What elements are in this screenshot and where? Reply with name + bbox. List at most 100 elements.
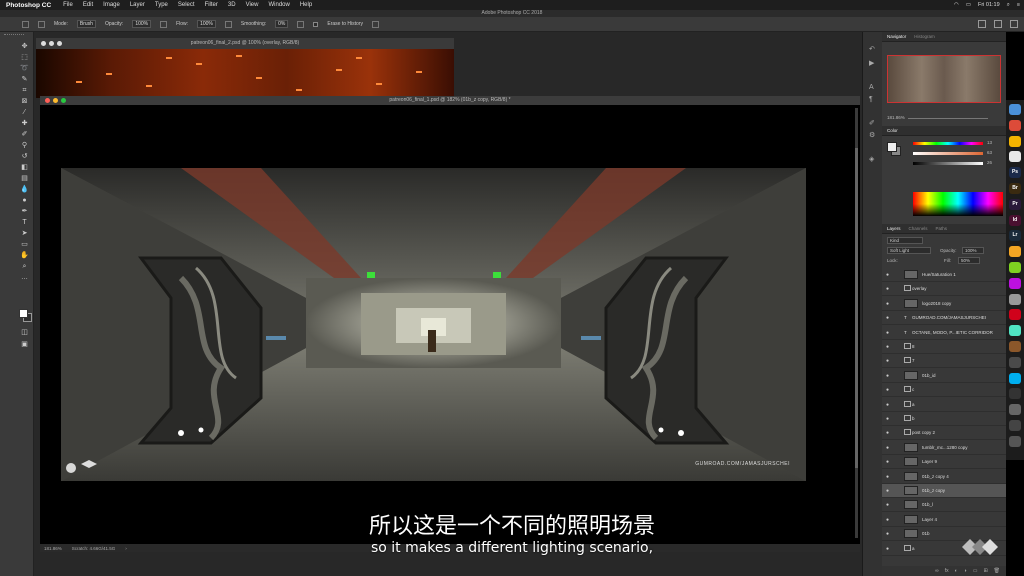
search-icon[interactable] bbox=[978, 20, 986, 28]
visibility-eye-icon[interactable]: ● bbox=[886, 373, 889, 379]
dock-app-icon[interactable] bbox=[1009, 420, 1021, 431]
layer-row[interactable]: ● 8 bbox=[882, 340, 1006, 354]
layer-filter-select[interactable]: Kind bbox=[887, 237, 923, 244]
dock-app-icon[interactable] bbox=[1009, 404, 1021, 416]
tab-navigator[interactable]: Navigator bbox=[887, 34, 906, 39]
mask-icon[interactable]: ◐ bbox=[955, 568, 958, 574]
airbrush-icon[interactable] bbox=[224, 20, 232, 28]
menu-window[interactable]: Window bbox=[268, 2, 289, 8]
smoothing-field[interactable]: 0% bbox=[275, 20, 289, 28]
menu-view[interactable]: View bbox=[246, 2, 259, 8]
zoom-button[interactable] bbox=[57, 41, 62, 46]
layer-row[interactable]: ● c bbox=[882, 383, 1006, 398]
menu-edit[interactable]: Edit bbox=[83, 2, 93, 8]
dock-app-icon[interactable] bbox=[1009, 135, 1021, 147]
navigator-thumbnail[interactable] bbox=[887, 55, 1001, 103]
color-spectrum[interactable] bbox=[913, 192, 1003, 216]
tab-color[interactable]: Color bbox=[887, 128, 898, 133]
path-select-tool-icon[interactable]: ➤ bbox=[20, 229, 29, 238]
dock-app-icon[interactable] bbox=[1009, 246, 1021, 258]
layer-row[interactable]: ● tumblr_mc...1280 copy bbox=[882, 441, 1006, 455]
screen-mode-icon[interactable]: ▣ bbox=[20, 340, 29, 349]
canvas-artwork[interactable]: GUMROAD.COM/JAMASJURSCHEI bbox=[61, 168, 806, 481]
layer-thumbnail[interactable] bbox=[904, 457, 918, 467]
color-value-b[interactable]: 26 bbox=[987, 160, 992, 165]
layer-row[interactable]: ● 7 bbox=[882, 354, 1006, 369]
pen-tool-icon[interactable]: ✒ bbox=[20, 207, 29, 216]
visibility-eye-icon[interactable]: ● bbox=[886, 315, 889, 321]
layer-name[interactable]: tumblr_mc...1280 copy bbox=[922, 445, 968, 450]
menu-filter[interactable]: Filter bbox=[205, 2, 218, 8]
pressure-size-icon[interactable] bbox=[371, 20, 379, 28]
layer-name[interactable]: Layer 9 bbox=[922, 459, 937, 464]
visibility-eye-icon[interactable]: ● bbox=[886, 502, 889, 508]
layer-row[interactable]: ● a bbox=[882, 398, 1006, 412]
dock-app-icon[interactable] bbox=[1009, 356, 1021, 368]
layer-thumbnail[interactable] bbox=[904, 514, 918, 524]
link-layers-icon[interactable]: ∞ bbox=[935, 568, 939, 574]
dock-app-icon[interactable]: Ps bbox=[1009, 167, 1021, 179]
move-tool-icon[interactable]: ✥ bbox=[20, 42, 29, 51]
menu-select[interactable]: Select bbox=[178, 2, 195, 8]
layer-row[interactable]: ● overlay bbox=[882, 282, 1006, 297]
hand-tool-icon[interactable]: ✋ bbox=[20, 251, 29, 260]
menu-help[interactable]: Help bbox=[300, 2, 312, 8]
erase-history-checkbox[interactable] bbox=[313, 21, 319, 27]
quick-select-tool-icon[interactable]: ✎ bbox=[20, 75, 29, 84]
layer-row[interactable]: ● T GUMROAD.COM/JAMASJURSCHEI bbox=[882, 311, 1006, 326]
visibility-eye-icon[interactable]: ● bbox=[886, 272, 889, 278]
vertical-scrollbar[interactable] bbox=[855, 108, 858, 538]
navigator-zoom[interactable]: 181.86% bbox=[887, 115, 905, 120]
tab-channels[interactable]: Channels bbox=[909, 226, 928, 231]
folder-icon[interactable] bbox=[904, 429, 911, 436]
layer-row[interactable]: ● logo2018 copy bbox=[882, 297, 1006, 311]
brush-tool-icon[interactable]: ✐ bbox=[20, 130, 29, 139]
history-brush-tool-icon[interactable]: ↺ bbox=[20, 152, 29, 161]
dock-app-icon[interactable]: Pr bbox=[1009, 198, 1021, 210]
crop-tool-icon[interactable]: ⌗ bbox=[20, 86, 29, 95]
dock-app-icon[interactable] bbox=[1009, 325, 1021, 337]
healing-tool-icon[interactable]: ✚ bbox=[20, 119, 29, 128]
visibility-eye-icon[interactable]: ● bbox=[886, 387, 889, 393]
share-icon[interactable] bbox=[1010, 20, 1018, 28]
layer-row[interactable]: ● 01b_id bbox=[882, 369, 1006, 383]
layer-name[interactable]: logo2018 copy bbox=[922, 301, 951, 306]
smoothing-settings-icon[interactable] bbox=[297, 20, 305, 28]
layer-thumbnail[interactable] bbox=[904, 500, 918, 510]
layer-row[interactable]: ● Layer 9 bbox=[882, 455, 1006, 470]
menu-3d[interactable]: 3D bbox=[228, 2, 236, 8]
visibility-eye-icon[interactable]: ● bbox=[886, 546, 889, 552]
dock-app-icon[interactable] bbox=[1009, 104, 1021, 115]
layer-thumbnail[interactable] bbox=[904, 370, 918, 380]
visibility-eye-icon[interactable]: ● bbox=[886, 286, 889, 292]
fx-icon[interactable]: fx bbox=[945, 568, 949, 574]
tab-paths[interactable]: Paths bbox=[936, 226, 948, 231]
character-panel-icon[interactable]: A bbox=[869, 84, 878, 92]
folder-icon[interactable] bbox=[904, 357, 911, 364]
blend-mode-select[interactable]: Soft Light bbox=[887, 247, 931, 254]
menu-list-icon[interactable]: ≡ bbox=[1017, 2, 1020, 8]
layer-row[interactable]: ● Hue/Saturation 1 bbox=[882, 268, 1006, 282]
clock[interactable]: Fri 01:19 bbox=[978, 2, 1000, 8]
trash-icon[interactable]: 🗑 bbox=[994, 568, 1000, 574]
folder-icon[interactable] bbox=[904, 400, 911, 407]
layer-name[interactable]: 01b_z copy bbox=[922, 488, 945, 493]
minimize-button[interactable] bbox=[49, 41, 54, 46]
layer-opacity-field[interactable]: 100% bbox=[962, 247, 984, 254]
layer-row[interactable]: ● T OCTANE, MODO, P...IETIC CORRIDOR bbox=[882, 326, 1006, 340]
visibility-eye-icon[interactable]: ● bbox=[886, 330, 889, 336]
search-icon[interactable]: ⌕ bbox=[1007, 2, 1010, 9]
folder-icon[interactable] bbox=[904, 285, 911, 292]
fill-field[interactable]: 50% bbox=[958, 257, 980, 264]
layer-thumbnail[interactable] bbox=[904, 270, 918, 279]
layer-name[interactable]: overlay bbox=[912, 286, 927, 291]
layer-thumbnail[interactable] bbox=[904, 529, 918, 539]
menu-image[interactable]: Image bbox=[103, 2, 120, 8]
minimize-button[interactable] bbox=[53, 98, 58, 103]
blur-tool-icon[interactable]: 💧 bbox=[20, 185, 29, 194]
visibility-eye-icon[interactable]: ● bbox=[886, 517, 889, 523]
visibility-eye-icon[interactable]: ● bbox=[886, 402, 889, 408]
layer-row[interactable]: ● 01b_z copy bbox=[882, 484, 1006, 498]
layer-name[interactable]: OCTANE, MODO, P...IETIC CORRIDOR bbox=[912, 330, 993, 335]
visibility-eye-icon[interactable]: ● bbox=[886, 531, 889, 537]
